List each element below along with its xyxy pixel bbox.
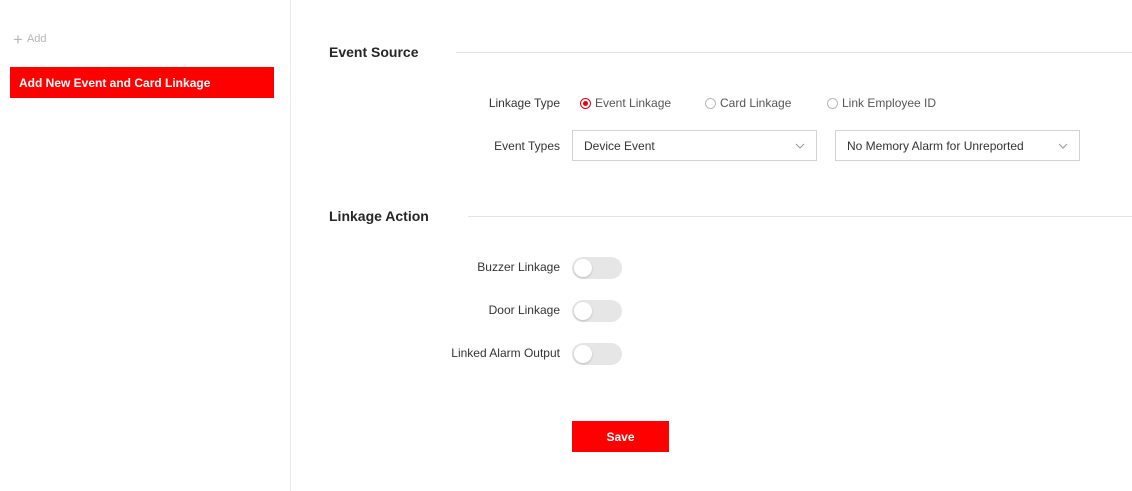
toggle-knob [574, 345, 592, 363]
event-source-divider [456, 52, 1132, 53]
radio-link-employee-id[interactable]: Link Employee ID [827, 96, 936, 110]
linkage-list-panel: + Add Add New Event and Card Linkage [0, 0, 291, 491]
buzzer-linkage-label: Buzzer Linkage [477, 260, 560, 274]
toggle-knob [574, 302, 592, 320]
event-subtype-select-value: No Memory Alarm for Unreported [847, 138, 1024, 153]
linkage-action-title: Linkage Action [329, 208, 429, 224]
radio-event-linkage[interactable]: Event Linkage [580, 96, 671, 110]
linked-alarm-output-label: Linked Alarm Output [451, 346, 560, 360]
linkage-action-divider [468, 216, 1132, 217]
plus-icon: + [13, 29, 23, 49]
door-linkage-label: Door Linkage [488, 303, 560, 317]
buzzer-linkage-toggle[interactable] [572, 257, 622, 279]
add-label: Add [26, 33, 47, 45]
chevron-down-icon [792, 143, 808, 149]
event-source-title: Event Source [329, 44, 419, 60]
list-item-label: Add New Event and Card Linkage [19, 75, 211, 90]
add-button[interactable]: + Add [13, 29, 47, 49]
event-type-select[interactable]: Device Event [572, 130, 817, 161]
event-types-label: Event Types [494, 139, 560, 153]
event-type-select-value: Device Event [584, 138, 655, 153]
chevron-down-icon [1055, 143, 1071, 149]
radio-card-linkage-label: Card Linkage [720, 96, 792, 110]
radio-unchecked-icon [705, 97, 716, 109]
radio-card-linkage[interactable]: Card Linkage [705, 96, 791, 110]
radio-checked-icon [580, 97, 591, 109]
radio-unchecked-icon [827, 97, 838, 109]
event-subtype-select[interactable]: No Memory Alarm for Unreported [835, 130, 1080, 161]
linkage-type-label: Linkage Type [488, 96, 560, 110]
save-button[interactable]: Save [572, 421, 669, 452]
linked-alarm-output-toggle[interactable] [572, 343, 622, 365]
radio-link-employee-id-label: Link Employee ID [842, 96, 937, 110]
radio-event-linkage-label: Event Linkage [595, 96, 672, 110]
linkage-settings-page: + Add Add New Event and Card Linkage Eve… [0, 0, 1132, 491]
door-linkage-toggle[interactable] [572, 300, 622, 322]
toggle-knob [574, 259, 592, 277]
list-item-add-new-event-and-card-linkage[interactable]: Add New Event and Card Linkage [10, 67, 274, 98]
